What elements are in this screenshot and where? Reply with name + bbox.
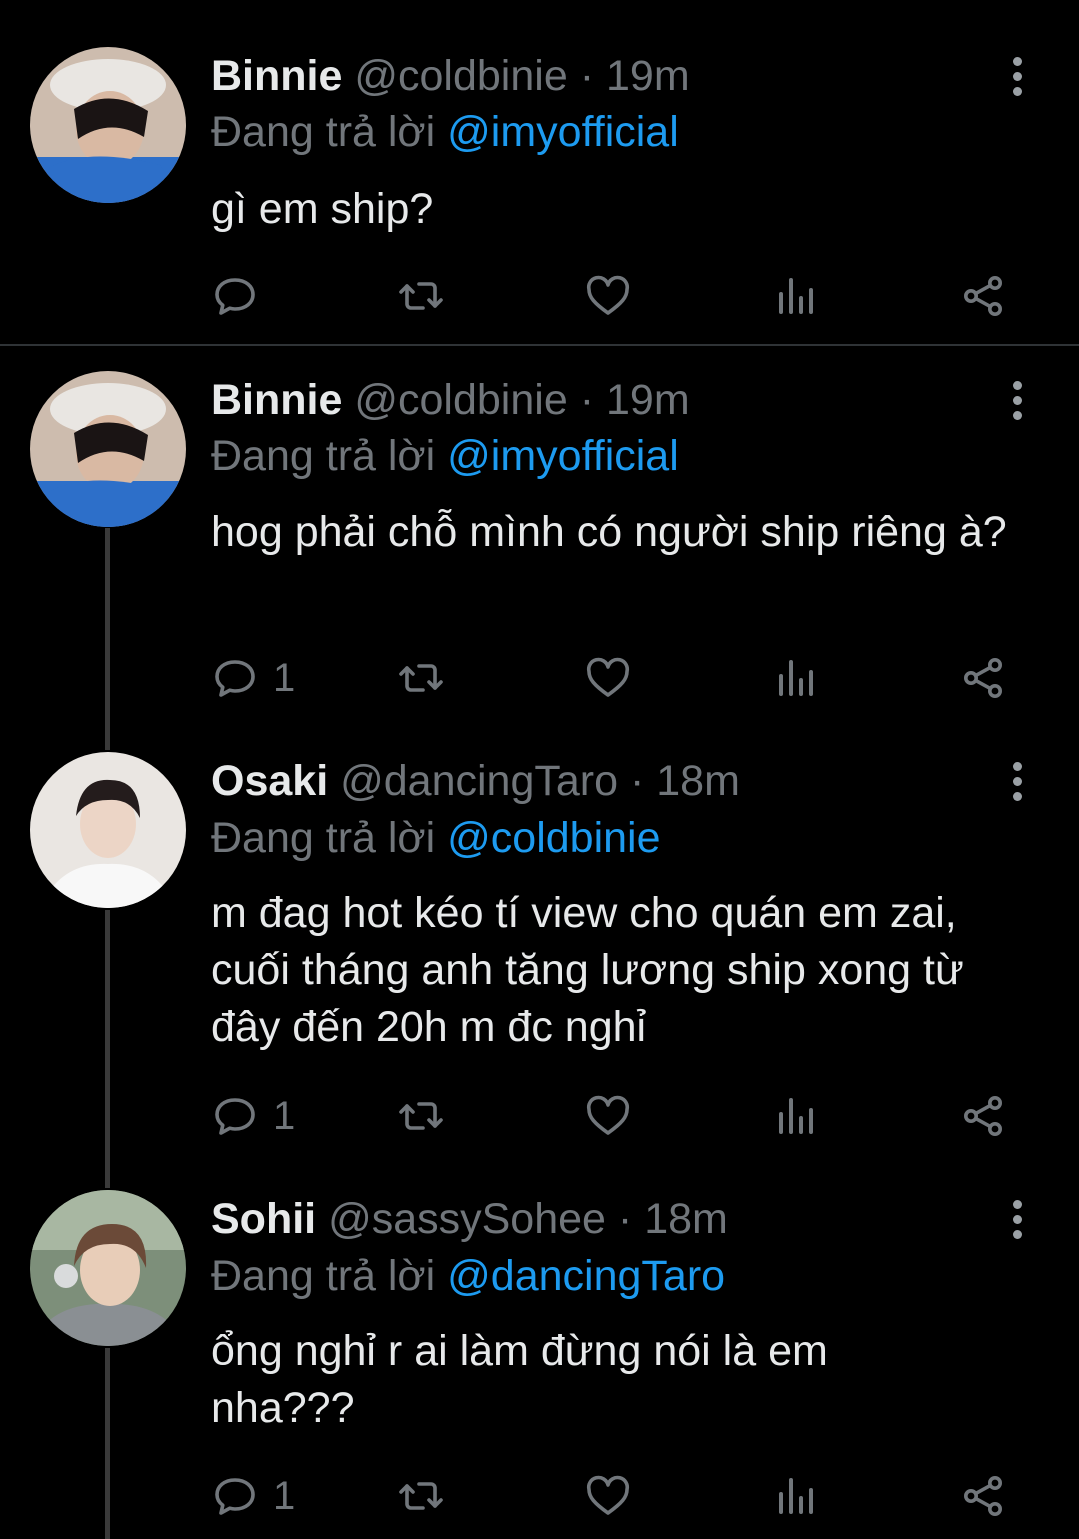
reply-icon xyxy=(215,1478,255,1515)
mention-link[interactable]: @dancingTaro xyxy=(447,1252,725,1300)
action-bar: 1 xyxy=(211,652,1031,704)
separator-dot: · xyxy=(617,1195,633,1243)
replying-to-label: Đang trả lời xyxy=(211,108,436,156)
replying-to-label: Đang trả lời xyxy=(211,1252,436,1300)
like-button[interactable] xyxy=(584,1090,632,1142)
tweet-header: Osaki @dancingTaro · 18m xyxy=(211,755,740,807)
tweet-header: Binnie @coldbinie · 19m xyxy=(211,50,690,102)
views-button[interactable] xyxy=(771,1090,819,1142)
avatar[interactable] xyxy=(30,1190,186,1346)
mention-link[interactable]: @imyofficial xyxy=(447,108,679,156)
replying-to: Đang trả lời @coldbinie xyxy=(211,812,661,864)
retweet-icon xyxy=(399,1482,443,1510)
tweet-text: ổng nghỉ r ai làm đừng nói là em nha??? xyxy=(211,1327,828,1432)
reply-button[interactable] xyxy=(211,270,273,322)
share-button[interactable] xyxy=(959,652,1007,704)
retweet-icon xyxy=(399,1102,443,1130)
heart-icon xyxy=(586,1475,630,1515)
replying-to-label: Đang trả lời xyxy=(211,432,436,480)
mention-link[interactable]: @imyofficial xyxy=(447,432,679,480)
share-button[interactable] xyxy=(959,1090,1007,1142)
analytics-icon xyxy=(779,660,813,696)
like-button[interactable] xyxy=(584,270,632,322)
separator-dot: · xyxy=(579,376,595,424)
separator-dot: · xyxy=(629,757,645,805)
tweet[interactable]: Binnie @coldbinie · 19m Đang trả lời @im… xyxy=(0,346,1079,736)
more-vertical-icon[interactable] xyxy=(1000,50,1034,102)
reply-count: 1 xyxy=(273,1093,296,1138)
retweet-button[interactable] xyxy=(397,1090,445,1142)
replying-to: Đang trả lời @imyofficial xyxy=(211,430,679,482)
more-vertical-icon[interactable] xyxy=(1000,374,1034,426)
reply-icon xyxy=(215,1098,255,1135)
more-vertical-icon[interactable] xyxy=(1000,1193,1034,1245)
reply-icon xyxy=(215,660,255,697)
timestamp[interactable]: 18m xyxy=(656,757,740,805)
action-bar xyxy=(211,270,1031,322)
share-icon xyxy=(964,1096,1002,1136)
user-handle[interactable]: @coldbinie xyxy=(354,52,567,100)
analytics-icon xyxy=(779,1098,813,1134)
tweet-header: Binnie @coldbinie · 19m xyxy=(211,374,690,426)
retweet-icon xyxy=(399,282,443,310)
replying-to: Đang trả lời @dancingTaro xyxy=(211,1250,725,1302)
tweet[interactable]: Sohii @sassySohee · 18m Đang trả lời @da… xyxy=(0,1176,1079,1539)
share-icon xyxy=(964,658,1002,698)
display-name[interactable]: Binnie xyxy=(211,52,342,100)
action-bar: 1 xyxy=(211,1470,1031,1522)
reply-icon xyxy=(215,278,255,315)
tweet-text: m đag hot kéo tí view cho quán em zai, c… xyxy=(211,889,964,1051)
like-button[interactable] xyxy=(584,652,632,704)
retweet-icon xyxy=(399,664,443,692)
tweet-text: gì em ship? xyxy=(211,185,434,233)
avatar[interactable] xyxy=(30,47,186,203)
timestamp[interactable]: 19m xyxy=(606,376,690,424)
like-button[interactable] xyxy=(584,1470,632,1522)
reply-count: 1 xyxy=(273,655,296,700)
avatar[interactable] xyxy=(30,752,186,908)
reply-count: 1 xyxy=(273,1473,296,1518)
display-name[interactable]: Osaki xyxy=(211,757,328,805)
share-icon xyxy=(964,1476,1002,1516)
user-handle[interactable]: @coldbinie xyxy=(354,376,567,424)
timestamp[interactable]: 19m xyxy=(606,52,690,100)
reply-button[interactable]: 1 xyxy=(211,1090,295,1142)
replying-to: Đang trả lời @imyofficial xyxy=(211,106,679,158)
display-name[interactable]: Binnie xyxy=(211,376,342,424)
tweet-text: hog phải chỗ mình có người ship riêng à? xyxy=(211,508,1007,556)
reply-button[interactable]: 1 xyxy=(211,1470,295,1522)
display-name[interactable]: Sohii xyxy=(211,1195,316,1243)
views-button[interactable] xyxy=(771,1470,819,1522)
retweet-button[interactable] xyxy=(397,652,445,704)
user-handle[interactable]: @sassySohee xyxy=(328,1195,606,1243)
heart-icon xyxy=(586,1095,630,1135)
heart-icon xyxy=(586,657,630,697)
action-bar: 1 xyxy=(211,1090,1031,1142)
reply-button[interactable]: 1 xyxy=(211,652,295,704)
tweet[interactable]: Osaki @dancingTaro · 18m Đang trả lời @c… xyxy=(0,736,1079,1176)
views-button[interactable] xyxy=(771,652,819,704)
tweet[interactable]: Binnie @coldbinie · 19m Đang trả lời @im… xyxy=(0,0,1079,345)
share-button[interactable] xyxy=(959,1470,1007,1522)
analytics-icon xyxy=(779,1478,813,1514)
share-icon xyxy=(964,276,1002,316)
avatar[interactable] xyxy=(30,371,186,527)
user-handle[interactable]: @dancingTaro xyxy=(340,757,618,805)
analytics-icon xyxy=(779,278,813,314)
more-vertical-icon[interactable] xyxy=(1000,755,1034,807)
views-button[interactable] xyxy=(771,270,819,322)
retweet-button[interactable] xyxy=(397,1470,445,1522)
share-button[interactable] xyxy=(959,270,1007,322)
retweet-button[interactable] xyxy=(397,270,445,322)
replying-to-label: Đang trả lời xyxy=(211,814,436,862)
mention-link[interactable]: @coldbinie xyxy=(447,814,660,862)
separator-dot: · xyxy=(579,52,595,100)
heart-icon xyxy=(586,275,630,315)
timestamp[interactable]: 18m xyxy=(644,1195,728,1243)
tweet-header: Sohii @sassySohee · 18m xyxy=(211,1193,728,1245)
